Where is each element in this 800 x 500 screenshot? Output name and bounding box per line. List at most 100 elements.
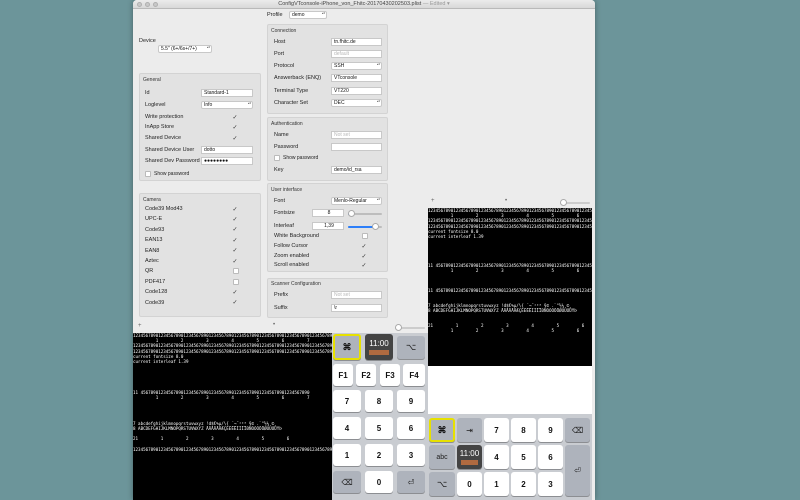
key-0[interactable]: 0 [365, 471, 393, 493]
option-key[interactable]: ⌥ [397, 336, 425, 359]
camera-item-checkbox[interactable]: ✓ [231, 299, 239, 306]
interleaf-slider-knob[interactable] [371, 223, 379, 230]
portrait-zoom-slider[interactable] [395, 324, 425, 331]
terminal-type-field[interactable]: VT220 [331, 87, 382, 95]
device-select[interactable]: 5.5" (6+/6s+/7+) [158, 45, 212, 53]
land-key-4[interactable]: 4 [484, 445, 509, 469]
landscape-terminal[interactable]: 1234567890123456789012345678901234567890… [428, 208, 592, 366]
land-cmd-key[interactable]: ⌘ [429, 418, 455, 442]
inapp-store-checkbox[interactable]: ✓ [231, 124, 239, 131]
camera-item-checkbox[interactable] [233, 268, 239, 275]
portrait-zoom-out-icon[interactable]: • [273, 322, 275, 329]
white-background-checkbox[interactable] [362, 233, 368, 239]
landscape-zoom-in-icon[interactable]: + [431, 198, 435, 205]
camera-item-checkbox[interactable]: ✓ [231, 247, 239, 254]
general-show-password-checkbox[interactable] [145, 171, 151, 177]
clock-key[interactable]: 11:00 [365, 334, 393, 360]
land-key-8[interactable]: 8 [511, 418, 536, 442]
shared-password-field[interactable]: ●●●●●●●● [201, 157, 253, 165]
camera-item-checkbox[interactable]: ✓ [231, 206, 239, 213]
camera-item-checkbox[interactable]: ✓ [231, 226, 239, 233]
shared-user-field[interactable]: dotto [201, 146, 253, 154]
key-1[interactable]: 1 [333, 444, 361, 466]
loglevel-select[interactable]: Info [201, 101, 253, 109]
fontsize-field[interactable]: 8 [312, 209, 344, 217]
camera-item-checkbox[interactable] [233, 278, 239, 285]
enter-key[interactable]: ⏎ [397, 471, 425, 493]
f3-key[interactable]: F3 [380, 364, 400, 386]
land-key-5[interactable]: 5 [511, 445, 536, 469]
camera-item-label: EAN8 [145, 247, 160, 254]
f2-key[interactable]: F2 [356, 364, 376, 386]
land-key-7[interactable]: 7 [484, 418, 509, 442]
answerback-field[interactable]: VTconsole [331, 74, 382, 82]
land-key-1[interactable]: 1 [484, 472, 509, 496]
follow-cursor-checkbox[interactable]: ✓ [360, 243, 368, 250]
host-field[interactable]: tn.fhitc.de [331, 38, 382, 46]
land-key-0[interactable]: 0 [457, 472, 482, 496]
camera-item-label: PDF417 [145, 278, 166, 285]
key-7[interactable]: 7 [333, 390, 361, 412]
land-enter-key[interactable]: ⏎ [565, 445, 590, 496]
land-clock-key[interactable]: 11:00 [457, 445, 482, 469]
close-window-button[interactable] [137, 2, 142, 7]
camera-item-checkbox[interactable]: ✓ [231, 289, 239, 296]
camera-item: UPC-E ✓ [145, 214, 239, 224]
scroll-enabled-checkbox[interactable]: ✓ [360, 262, 368, 269]
key-2[interactable]: 2 [365, 444, 393, 466]
auth-show-password-checkbox[interactable] [274, 155, 280, 161]
interleaf-field[interactable]: 1,39 [312, 222, 344, 230]
prefix-field[interactable]: Not set [331, 291, 382, 299]
fontsize-slider[interactable] [347, 210, 382, 217]
land-abc-key[interactable]: abc [429, 445, 455, 469]
protocol-select[interactable]: SSH [331, 62, 382, 70]
land-key-3[interactable]: 3 [538, 472, 563, 496]
key-4[interactable]: 4 [333, 417, 361, 439]
font-select[interactable]: Menlo-Regular [331, 197, 382, 205]
portrait-zoom-in-icon[interactable]: + [138, 323, 142, 330]
landscape-zoom-out-icon[interactable]: • [505, 198, 507, 205]
prefix-label: Prefix [274, 292, 289, 298]
delete-key[interactable]: ⌫ [333, 471, 361, 493]
land-key-6[interactable]: 6 [538, 445, 563, 469]
portrait-terminal[interactable]: 1234567890123456789012345678901234567890… [133, 333, 332, 500]
land-delete-key[interactable]: ⌫ [565, 418, 590, 442]
land-option-key[interactable]: ⌥ [429, 472, 455, 496]
id-field[interactable]: Standard-1 [201, 89, 253, 97]
camera-item-checkbox[interactable]: ✓ [231, 237, 239, 244]
terminal-type-label: Terminal Type [274, 88, 309, 94]
land-tab-key[interactable]: ⇥ [457, 418, 482, 442]
landscape-zoom-knob[interactable] [560, 199, 567, 206]
f1-key[interactable]: F1 [333, 364, 353, 386]
land-key-2[interactable]: 2 [511, 472, 536, 496]
key-8[interactable]: 8 [365, 390, 393, 412]
key-3[interactable]: 3 [397, 444, 425, 466]
suffix-field[interactable]: \r [331, 304, 382, 312]
zoom-enabled-checkbox[interactable]: ✓ [360, 253, 368, 260]
edited-indicator[interactable]: — Edited ▾ [423, 1, 450, 7]
f4-key[interactable]: F4 [403, 364, 425, 386]
charset-select[interactable]: DEC [331, 99, 382, 107]
camera-item-checkbox[interactable]: ✓ [231, 258, 239, 265]
key-6[interactable]: 6 [397, 417, 425, 439]
zoom-window-button[interactable] [153, 2, 158, 7]
landscape-zoom-slider[interactable] [560, 199, 590, 206]
camera-item-checkbox[interactable]: ✓ [231, 216, 239, 223]
profile-select[interactable]: demo [289, 11, 327, 19]
key-field[interactable]: demo/id_rsa [331, 166, 382, 174]
write-protection-checkbox[interactable]: ✓ [231, 114, 239, 121]
interleaf-slider[interactable] [348, 223, 382, 230]
land-key-9[interactable]: 9 [538, 418, 563, 442]
land-cols: 1 2 3 4 5 6 7 8 [450, 328, 580, 334]
auth-name-field[interactable]: Not set [331, 131, 382, 139]
key-9[interactable]: 9 [397, 390, 425, 412]
key-5[interactable]: 5 [365, 417, 393, 439]
cmd-key[interactable]: ⌘ [333, 334, 361, 360]
land-cols: 1 2 3 4 5 6 7 8 [450, 268, 580, 274]
portrait-zoom-knob[interactable] [395, 324, 402, 331]
port-field[interactable]: default [331, 50, 382, 58]
minimize-window-button[interactable] [145, 2, 150, 7]
auth-password-field[interactable] [331, 143, 382, 151]
fontsize-slider-knob[interactable] [347, 210, 355, 217]
shared-device-checkbox[interactable]: ✓ [231, 135, 239, 142]
